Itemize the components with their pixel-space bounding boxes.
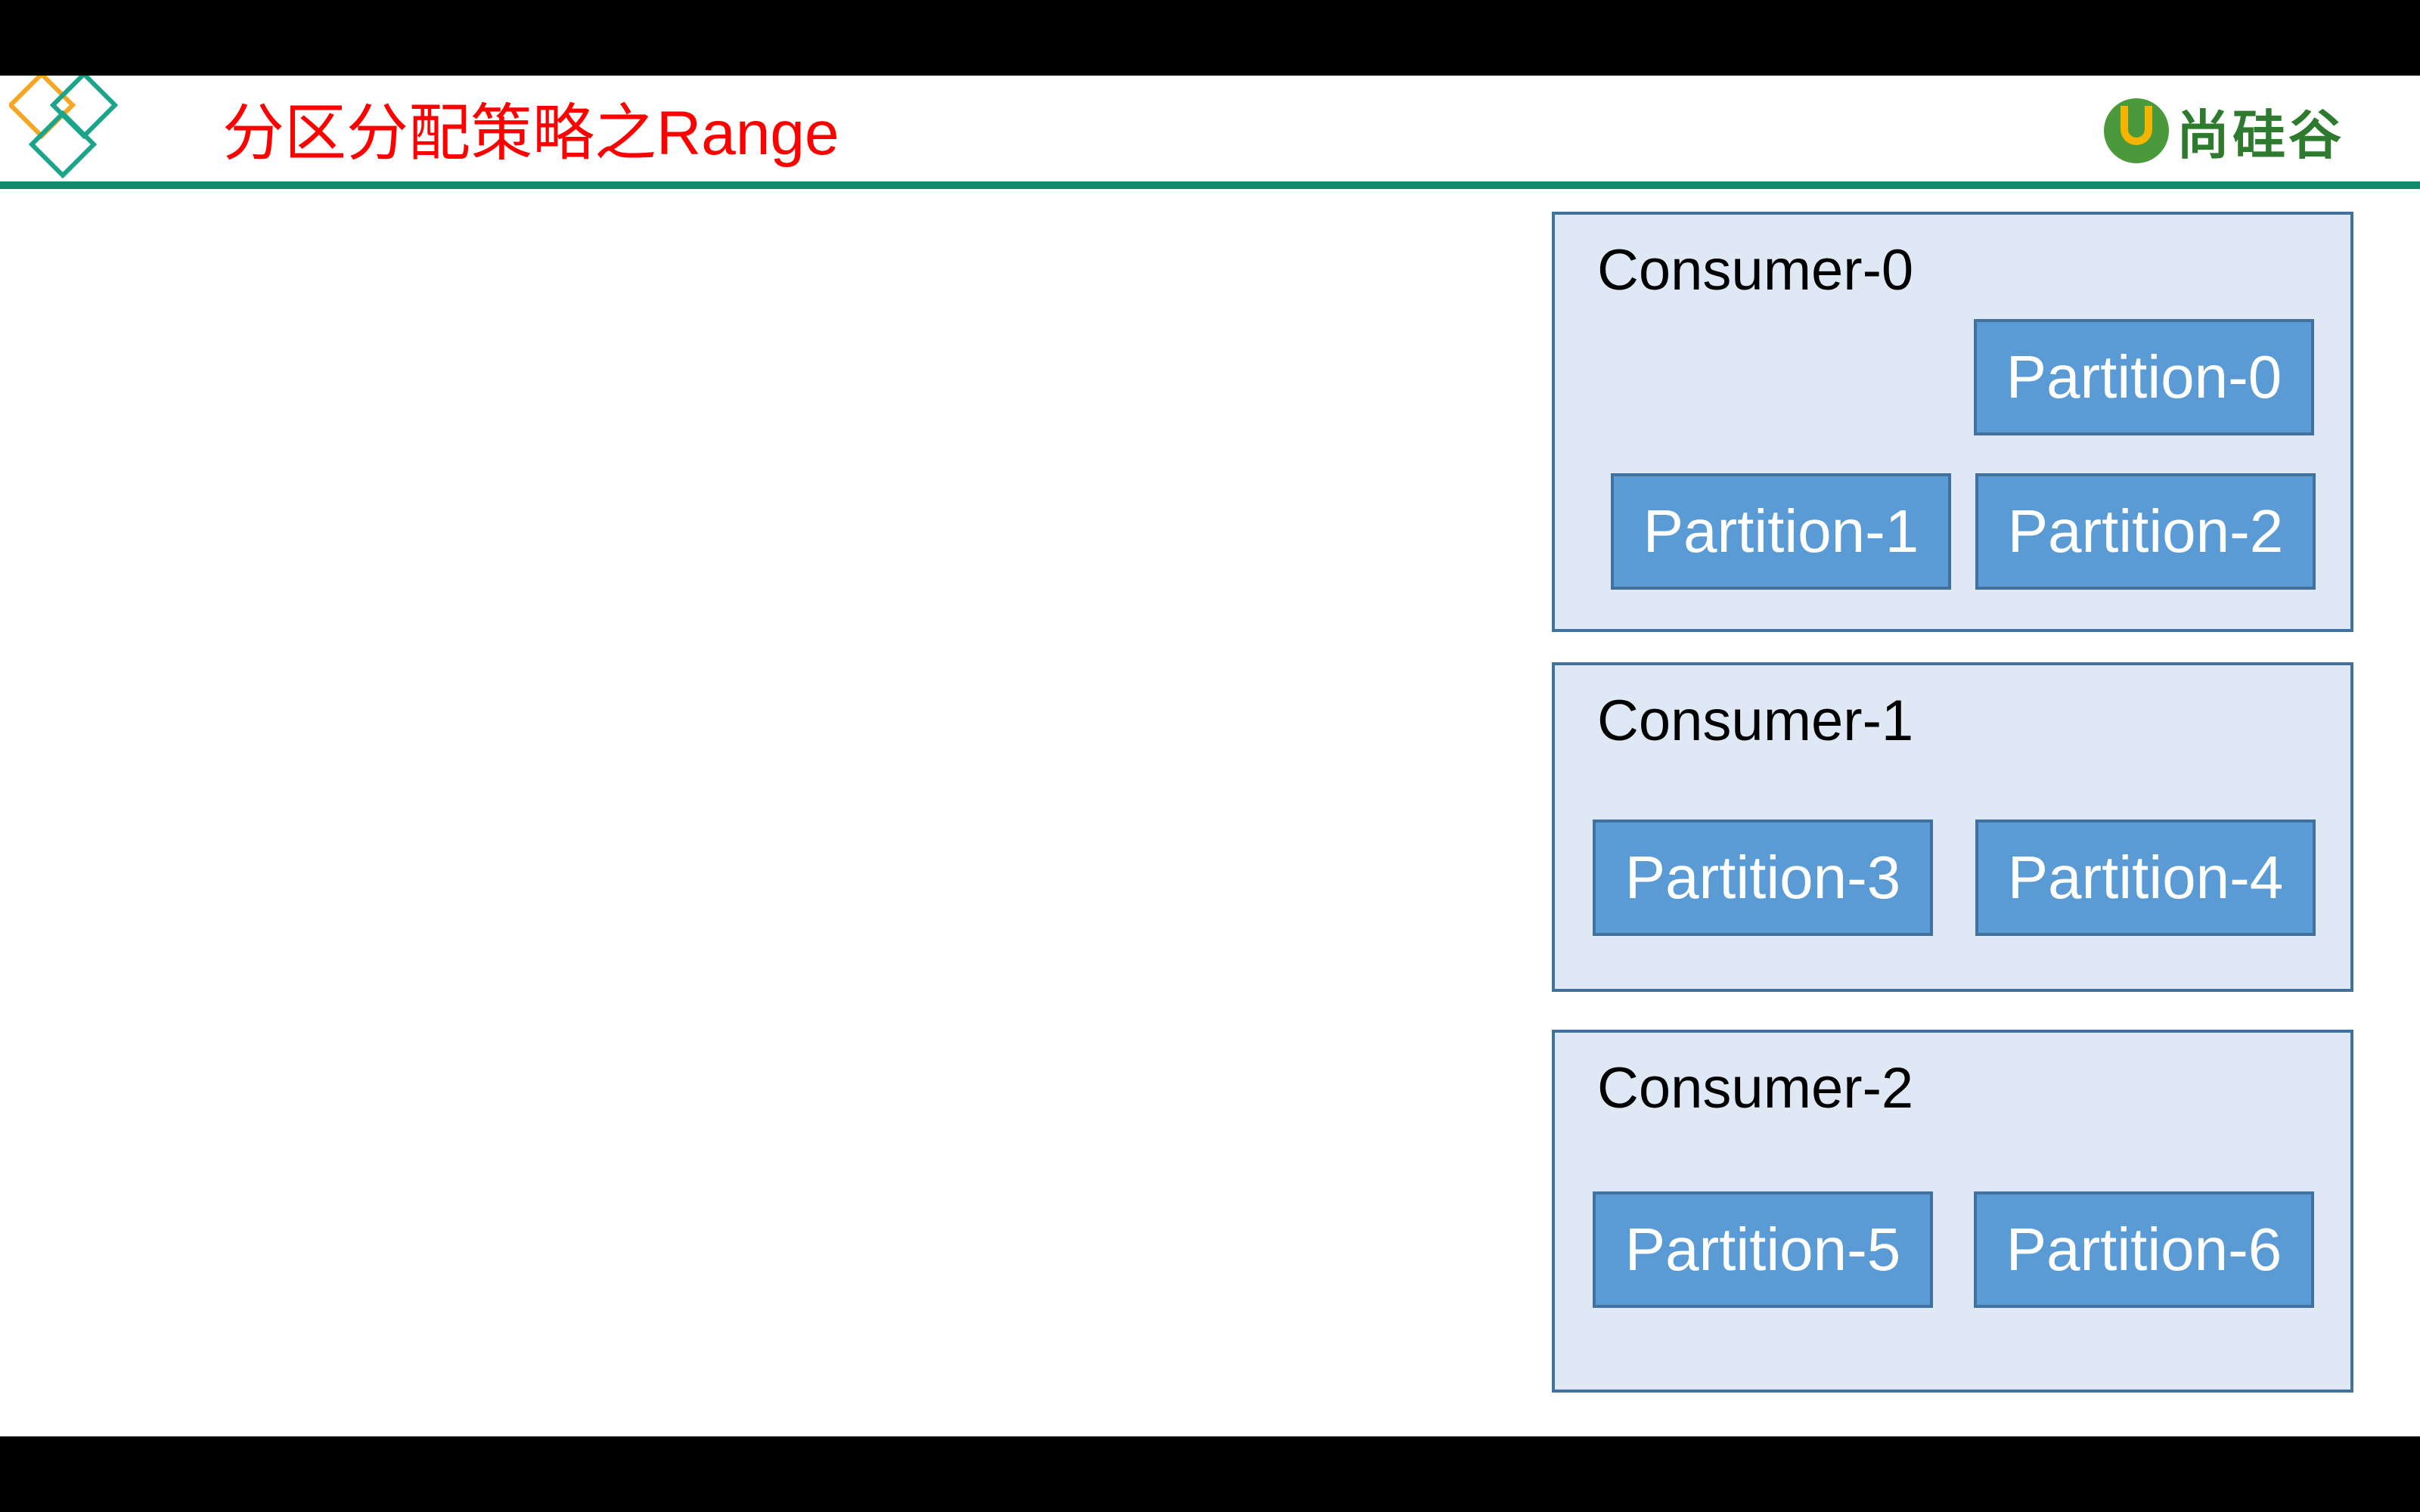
brand-name: 尚硅谷 [2176, 104, 2344, 166]
consumer-label: Consumer-1 [1597, 689, 1914, 753]
slide: 分区分配策略之Range 尚硅谷 Consumer-0 Partition-0 … [0, 76, 2420, 1436]
partition-box: Partition-4 [1975, 820, 2316, 936]
brand-logo: 尚硅谷 [2104, 97, 2344, 166]
partition-box: Partition-2 [1975, 473, 2316, 590]
partition-box: Partition-6 [1974, 1191, 2314, 1308]
diamond-logo-icon [9, 76, 119, 179]
brand-badge-icon [2104, 98, 2169, 163]
partition-box: Partition-0 [1974, 319, 2314, 435]
partition-box: Partition-1 [1611, 473, 1951, 590]
consumer-label: Consumer-0 [1597, 238, 1914, 302]
page-title: 分区分配策略之Range [222, 99, 839, 168]
consumer-box-0: Consumer-0 Partition-0 Partition-1 Parti… [1552, 212, 2353, 632]
consumer-box-1: Consumer-1 Partition-3 Partition-4 [1552, 662, 2353, 992]
consumer-box-2: Consumer-2 Partition-5 Partition-6 [1552, 1030, 2353, 1393]
partition-box: Partition-5 [1593, 1191, 1933, 1308]
partition-box: Partition-3 [1593, 820, 1933, 936]
consumer-label: Consumer-2 [1597, 1056, 1914, 1120]
header-divider [0, 181, 2420, 189]
